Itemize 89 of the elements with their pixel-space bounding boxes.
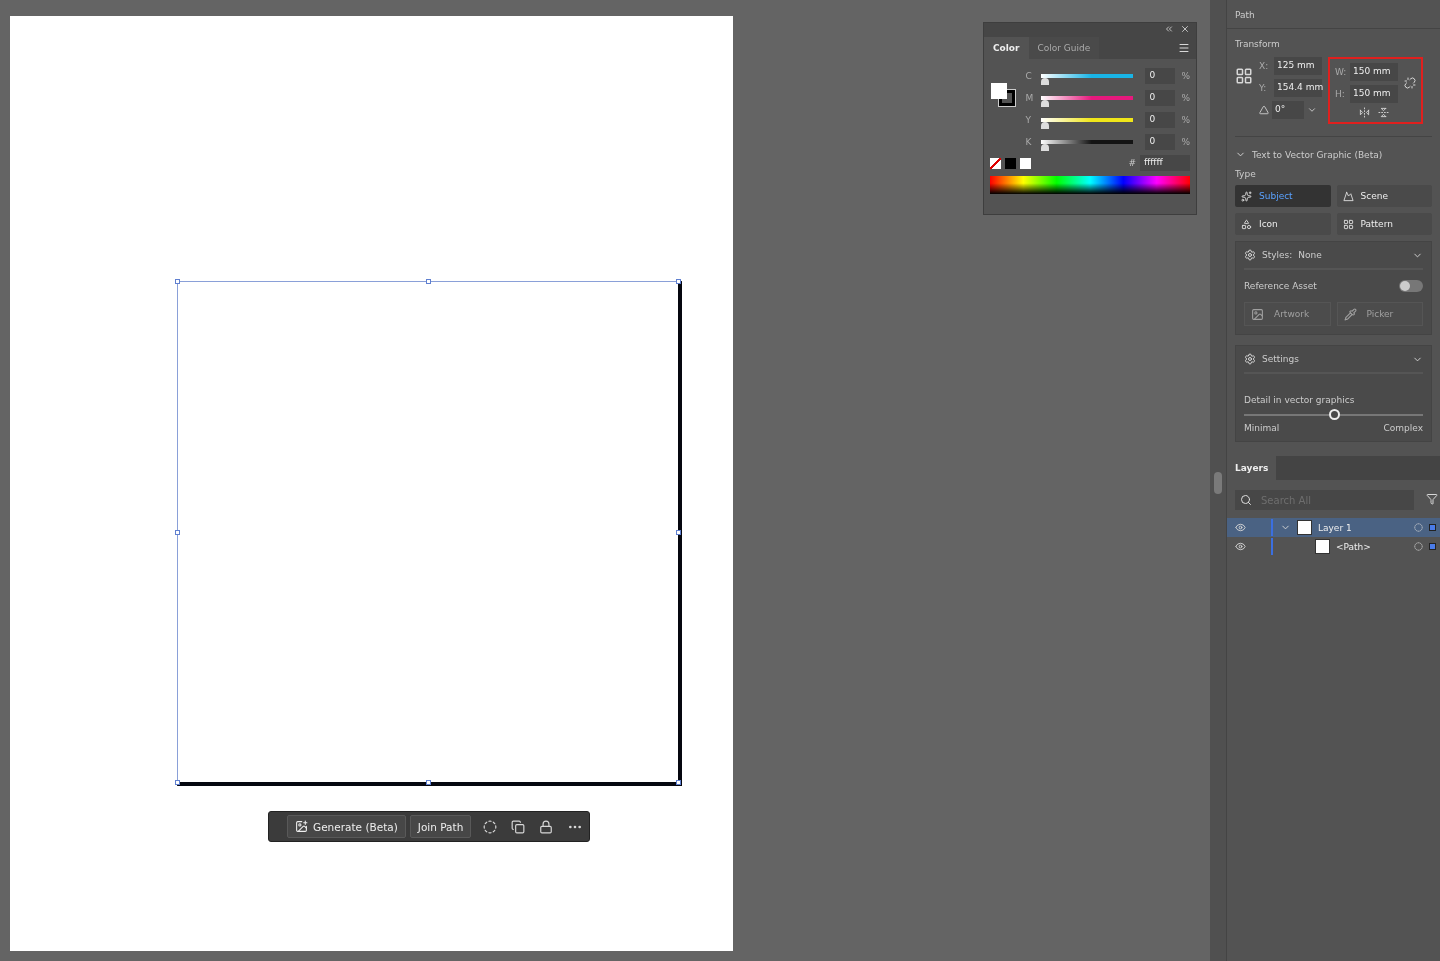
- selection-square[interactable]: [1429, 543, 1436, 550]
- unlink-icon[interactable]: [1404, 77, 1416, 89]
- visibility-icon[interactable]: [1235, 541, 1246, 552]
- close-icon[interactable]: [1180, 24, 1190, 34]
- input-field[interactable]: 154.4 mm: [1274, 79, 1322, 97]
- color-spectrum[interactable]: [990, 176, 1190, 194]
- channel-value[interactable]: 0: [1145, 68, 1176, 84]
- search-icon: [1240, 494, 1252, 506]
- default-swatch[interactable]: [1020, 157, 1031, 169]
- type-label: Type: [1235, 169, 1256, 179]
- slider-thumb[interactable]: [1041, 99, 1050, 107]
- menu-icon[interactable]: [1178, 42, 1190, 54]
- type-button[interactable]: Subject: [1235, 185, 1331, 207]
- hex-sign: #: [1128, 158, 1136, 168]
- angle-field[interactable]: 0°: [1272, 101, 1304, 119]
- layer-thumbnail: [1315, 539, 1330, 554]
- default-swatch[interactable]: [1005, 157, 1016, 169]
- panel-tab[interactable]: Color Guide: [1028, 37, 1100, 59]
- layer-name: Layer 1: [1318, 522, 1352, 533]
- settings-title: Settings: [1262, 354, 1299, 364]
- flip-horizontal-icon[interactable]: [1358, 107, 1370, 118]
- percent-sign: %: [1181, 115, 1190, 125]
- image-icon: [1251, 307, 1264, 321]
- slider-thumb[interactable]: [1041, 77, 1050, 85]
- target-icon[interactable]: [1414, 542, 1423, 551]
- toolbar-button[interactable]: Join Path: [409, 815, 472, 838]
- section-title: Path: [1235, 9, 1256, 22]
- layer-name: <Path>: [1336, 541, 1371, 552]
- toolbar-button[interactable]: Generate (Beta): [287, 815, 406, 838]
- angle-icon: [1259, 105, 1269, 115]
- gear-icon: [1244, 353, 1256, 365]
- type-button[interactable]: Pattern: [1336, 213, 1432, 235]
- dropdown-icon[interactable]: [1307, 105, 1317, 115]
- field-label: H:: [1335, 89, 1346, 99]
- channel-label: K: [1025, 137, 1033, 147]
- sparkle-icon: [1241, 190, 1252, 202]
- type-button[interactable]: Scene: [1336, 185, 1432, 207]
- scroll-thumb[interactable]: [1214, 472, 1222, 494]
- shapes-icon: [1241, 218, 1252, 230]
- min-label: Minimal: [1244, 423, 1280, 433]
- field-label: X:: [1259, 61, 1270, 71]
- selection-square[interactable]: [1429, 524, 1436, 531]
- channel-value[interactable]: 0: [1145, 112, 1176, 128]
- slider-label: Detail in vector graphics: [1244, 395, 1355, 405]
- channel-value[interactable]: 0: [1145, 90, 1176, 106]
- section-title: Text to Vector Graphic (Beta): [1252, 149, 1383, 160]
- filter-icon[interactable]: [1426, 493, 1438, 505]
- field-label: Y:: [1259, 83, 1268, 93]
- gear-icon: [1244, 249, 1256, 261]
- channel-value[interactable]: 0: [1145, 134, 1176, 150]
- copy-icon[interactable]: [511, 819, 526, 834]
- percent-sign: %: [1181, 71, 1190, 81]
- layer-row[interactable]: <Path>: [1227, 537, 1440, 556]
- field-label: W:: [1335, 67, 1347, 77]
- input-field[interactable]: 150 mm: [1350, 85, 1398, 103]
- percent-sign: %: [1181, 137, 1190, 147]
- input-field[interactable]: 150 mm: [1350, 63, 1398, 81]
- layers-tab[interactable]: Layers: [1227, 456, 1277, 480]
- input-field[interactable]: 125 mm: [1274, 57, 1322, 75]
- channel-label: C: [1025, 71, 1033, 81]
- dotted-circle-icon[interactable]: [483, 819, 498, 834]
- flip-vertical-icon[interactable]: [1377, 107, 1389, 118]
- percent-sign: %: [1181, 93, 1190, 103]
- slider-thumb[interactable]: [1041, 121, 1050, 129]
- max-label: Complex: [1383, 423, 1423, 433]
- stroke-swatch[interactable]: [999, 90, 1015, 106]
- collapse-icon[interactable]: [1164, 24, 1174, 34]
- fill-swatch[interactable]: [991, 83, 1007, 99]
- reference-label: Reference Asset: [1244, 281, 1317, 291]
- panel-tab[interactable]: Color: [984, 37, 1029, 59]
- styles-label: Styles:: [1262, 250, 1293, 260]
- visibility-icon[interactable]: [1235, 522, 1246, 533]
- type-button[interactable]: Icon: [1235, 213, 1331, 235]
- lock-icon[interactable]: [539, 819, 554, 834]
- pipette-icon: [1343, 307, 1357, 321]
- channel-label: M: [1025, 93, 1035, 103]
- mountain-icon: [1342, 190, 1354, 202]
- toggle-switch[interactable]: [1399, 280, 1423, 292]
- section-title: Transform: [1235, 38, 1281, 51]
- slider-thumb[interactable]: [1041, 143, 1050, 151]
- grid-icon: [1342, 218, 1354, 230]
- slider-thumb[interactable]: [1328, 409, 1340, 420]
- layer-thumbnail: [1297, 520, 1312, 535]
- hex-field[interactable]: ffffff: [1140, 155, 1190, 171]
- image-plus-icon: [295, 820, 308, 833]
- styles-value[interactable]: None: [1298, 250, 1322, 260]
- channel-label: Y: [1025, 115, 1032, 125]
- layer-row[interactable]: Layer 1: [1227, 518, 1440, 537]
- none-swatch[interactable]: [990, 157, 1001, 169]
